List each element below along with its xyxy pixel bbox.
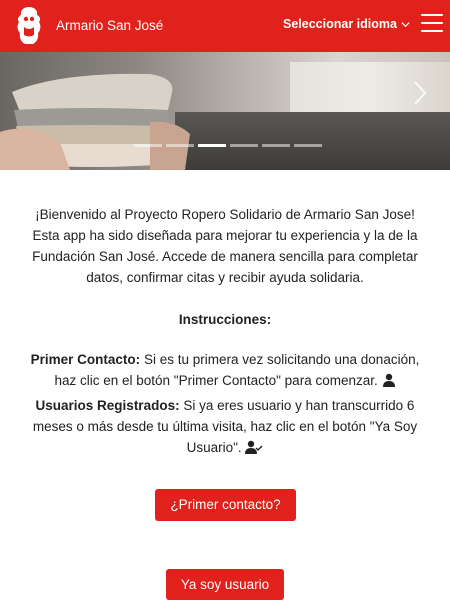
- carousel-indicator[interactable]: [134, 144, 162, 147]
- user-icon: [382, 373, 395, 387]
- chevron-right-icon[interactable]: [410, 78, 430, 108]
- instructions-title: Instrucciones:: [178, 312, 272, 327]
- hamburger-menu-icon[interactable]: [421, 14, 443, 34]
- language-label: Seleccionar idioma: [283, 17, 397, 31]
- bear-logo-icon[interactable]: [14, 5, 44, 47]
- carousel-indicator[interactable]: [262, 144, 290, 147]
- carousel-indicator[interactable]: [166, 144, 194, 147]
- first-contact-button[interactable]: ¿Primer contacto?: [155, 489, 296, 521]
- already-user-button[interactable]: Ya soy usuario: [166, 569, 284, 600]
- registered-label: Usuarios Registrados:: [35, 398, 180, 413]
- app-header: Armario San José Seleccionar idioma: [0, 0, 450, 52]
- first-contact-instruction: Primer Contacto: Si es tu primera vez so…: [28, 349, 422, 391]
- chevron-down-icon: [401, 21, 410, 27]
- user-check-icon: [245, 440, 263, 454]
- carousel-indicator[interactable]: [294, 144, 322, 147]
- carousel-indicator[interactable]: [230, 144, 258, 147]
- main-content: ¡Bienvenido al Proyecto Ropero Solidario…: [28, 204, 422, 462]
- language-selector[interactable]: Seleccionar idioma: [283, 17, 410, 31]
- first-contact-label: Primer Contacto:: [30, 352, 141, 367]
- hero-carousel[interactable]: [0, 52, 450, 170]
- welcome-text: ¡Bienvenido al Proyecto Ropero Solidario…: [32, 207, 418, 285]
- brand-name[interactable]: Armario San José: [56, 18, 163, 33]
- carousel-indicators: [134, 144, 322, 147]
- carousel-indicator-active[interactable]: [198, 144, 226, 147]
- folded-clothes-image: [0, 73, 190, 170]
- registered-users-instruction: Usuarios Registrados: Si ya eres usuario…: [28, 395, 422, 458]
